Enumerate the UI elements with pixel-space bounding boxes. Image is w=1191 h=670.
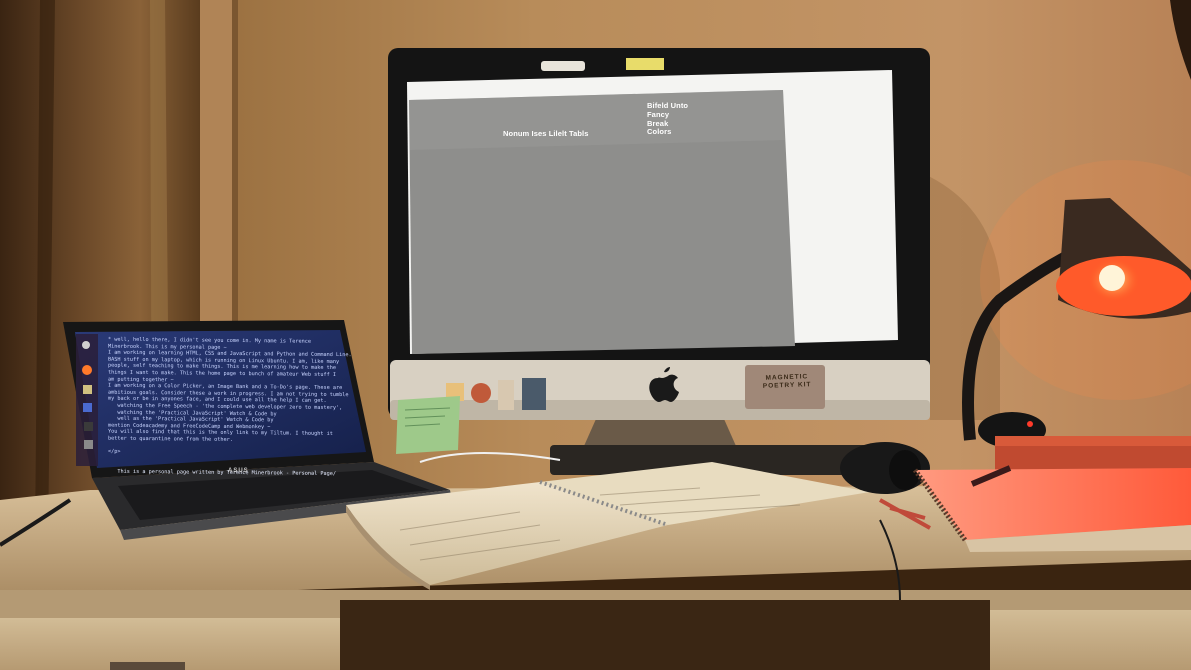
magnetic-poetry-sticker-text: MAGNETIC POETRY KIT [762, 373, 812, 390]
launcher-icon [83, 385, 92, 394]
laptop-brand: ASUS [228, 468, 249, 474]
imac-chin-shade [390, 400, 930, 420]
imac-screen-menu: Bifeld Unto Fancy Break Colors [647, 101, 688, 137]
lamp-bulb-core [1099, 265, 1125, 291]
imac-screen-gray-panel-shade [409, 90, 785, 150]
desk-photo-scene: Nonum Ises Lilelt Tabls Bifeld Unto Fanc… [0, 0, 1191, 670]
desk-drawer-right [990, 610, 1191, 670]
launcher-icon [83, 403, 92, 412]
red-book-top [995, 436, 1191, 446]
launcher-icon [84, 440, 93, 449]
tape-on-bezel [626, 58, 664, 70]
desk-drawer-handle [110, 662, 185, 670]
imac-screen-title: Nonum Ises Lilelt Tabls [503, 129, 589, 138]
laptop-terminal-text: * well, hello there, I didn't see you co… [108, 337, 368, 480]
launcher-icon [82, 365, 92, 375]
photo-illustration [0, 0, 1191, 670]
webcam-cover [541, 61, 585, 71]
sticker-cartoon [471, 383, 491, 403]
sticker-figure [498, 380, 514, 410]
launcher-icon [82, 341, 90, 349]
desk-knee-space [340, 600, 990, 670]
launcher-icon [84, 422, 93, 431]
mouse-led [1027, 421, 1033, 427]
sticker-person [522, 378, 546, 410]
imac-menu-item: Colors [647, 127, 672, 137]
